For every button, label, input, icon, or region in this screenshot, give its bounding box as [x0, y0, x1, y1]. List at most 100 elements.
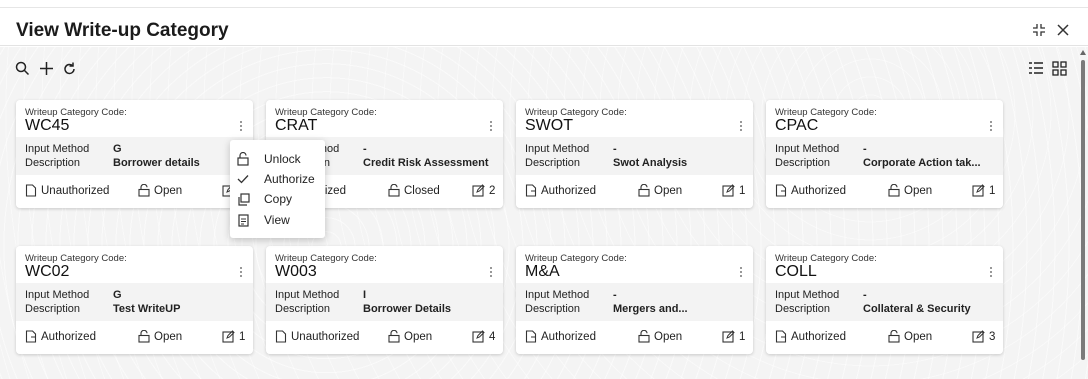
input-method-label: Input Method	[525, 143, 590, 155]
menu-item-authorize[interactable]: Authorize	[230, 169, 325, 189]
menu-item-view[interactable]: View	[230, 210, 325, 230]
kebab-menu-icon[interactable]	[737, 119, 745, 133]
category-card[interactable]: Writeup Category Code: W003 Input Method I D…	[266, 246, 503, 354]
auth-status: Authorized	[775, 184, 846, 197]
description-value: Mergers and...	[613, 303, 688, 315]
description-value: Collateral & Security	[863, 303, 971, 315]
version-count: 1	[722, 184, 745, 197]
description-value: Corporate Action tak...	[863, 157, 981, 169]
kebab-menu-icon[interactable]	[987, 119, 995, 133]
lock-icon	[888, 184, 900, 197]
record-status-text: Closed	[404, 184, 440, 197]
record-status: Open	[888, 330, 932, 343]
edit-icon	[722, 184, 735, 197]
page-title: View Write-up Category	[16, 20, 229, 41]
category-code: WC45	[25, 117, 70, 134]
add-icon[interactable]	[37, 59, 55, 77]
version-count-text: 3	[989, 330, 996, 343]
authorized-icon	[775, 184, 787, 197]
description-label: Description	[25, 303, 81, 315]
record-status: Open	[638, 330, 682, 343]
version-count: 3	[972, 330, 995, 343]
record-status: Open	[638, 184, 682, 197]
kebab-menu-icon[interactable]	[237, 265, 245, 279]
lock-icon	[888, 330, 900, 343]
description-value: Borrower details	[113, 157, 200, 169]
lock-icon	[638, 184, 650, 197]
scroll-thumb[interactable]	[1081, 60, 1085, 360]
version-count-text: 1	[989, 184, 996, 197]
grid-view-icon[interactable]	[1050, 59, 1068, 77]
category-code: WC02	[25, 263, 70, 280]
copy-icon	[236, 192, 250, 206]
category-code: M&A	[525, 263, 560, 280]
menu-item-copy[interactable]: Copy	[230, 189, 325, 209]
category-code: SWOT	[525, 117, 573, 134]
record-status: Open	[888, 184, 932, 197]
kebab-menu-icon[interactable]	[487, 119, 495, 133]
kebab-menu-icon[interactable]	[487, 265, 495, 279]
auth-status: Authorized	[525, 330, 596, 343]
authorized-icon	[525, 330, 537, 343]
description-label: Description	[775, 303, 831, 315]
menu-label-copy: Copy	[264, 192, 293, 206]
auth-status-text: Unauthorized	[291, 330, 360, 343]
version-count: 4	[472, 330, 495, 343]
version-count: 1	[972, 184, 995, 197]
input-method-value: G	[113, 289, 122, 301]
auth-status: Unauthorized	[275, 330, 359, 343]
category-card[interactable]: Writeup Category Code: WC45 Input Method G D…	[16, 100, 253, 208]
input-method-value: -	[863, 143, 867, 155]
input-method-label: Input Method	[775, 143, 840, 155]
list-view-icon[interactable]	[1027, 59, 1045, 77]
version-count-text: 1	[739, 330, 746, 343]
kebab-menu-icon[interactable]	[737, 265, 745, 279]
authorized-icon	[775, 330, 787, 343]
category-card[interactable]: Writeup Category Code: WC02 Input Method G D…	[16, 246, 253, 354]
menu-label-unlock: Unlock	[264, 152, 301, 166]
record-status-text: Open	[904, 184, 933, 197]
authorized-icon	[25, 330, 37, 343]
scrollbar[interactable]	[1080, 50, 1086, 375]
input-method-value: G	[113, 143, 122, 155]
version-count-text: 4	[489, 330, 496, 343]
kebab-menu-icon[interactable]	[987, 265, 995, 279]
record-status-text: Open	[404, 330, 433, 343]
description-value: Test WriteUP	[113, 303, 181, 315]
context-menu: Unlock Authorize Copy View	[230, 140, 325, 238]
category-card[interactable]: Writeup Category Code: M&A Input Method - De…	[516, 246, 753, 354]
auth-status: Unauthorized	[25, 184, 109, 197]
category-code: W003	[275, 263, 317, 280]
authorized-icon	[525, 184, 537, 197]
edit-icon	[972, 184, 985, 197]
close-icon[interactable]	[1054, 21, 1072, 39]
input-method-label: Input Method	[775, 289, 840, 301]
category-card[interactable]: Writeup Category Code: CPAC Input Method - D…	[766, 100, 1003, 208]
version-count-text: 1	[739, 184, 746, 197]
auth-status: Authorized	[25, 330, 96, 343]
category-code: COLL	[775, 263, 817, 280]
minimize-icon[interactable]	[1030, 21, 1048, 39]
scroll-up-icon[interactable]	[1080, 50, 1086, 55]
category-card[interactable]: Writeup Category Code: SWOT Input Method - D…	[516, 100, 753, 208]
unauthorized-icon	[25, 184, 37, 197]
input-method-value: -	[363, 143, 367, 155]
lock-icon	[388, 330, 400, 343]
description-label: Description	[25, 157, 81, 169]
version-count: 1	[222, 330, 245, 343]
menu-item-unlock[interactable]: Unlock	[230, 149, 325, 169]
record-status-text: Open	[904, 330, 933, 343]
description-label: Description	[525, 157, 581, 169]
edit-icon	[472, 330, 485, 343]
input-method-value: -	[613, 143, 617, 155]
auth-status-text: Unauthorized	[41, 184, 110, 197]
input-method-label: Input Method	[275, 289, 340, 301]
refresh-icon[interactable]	[60, 59, 78, 77]
top-strip	[0, 0, 1088, 8]
kebab-menu-icon[interactable]	[237, 119, 245, 133]
input-method-value: -	[863, 289, 867, 301]
auth-status-text: Authorized	[541, 184, 596, 197]
category-card[interactable]: Writeup Category Code: COLL Input Method - D…	[766, 246, 1003, 354]
category-code: CPAC	[775, 117, 819, 134]
search-icon[interactable]	[13, 59, 31, 77]
